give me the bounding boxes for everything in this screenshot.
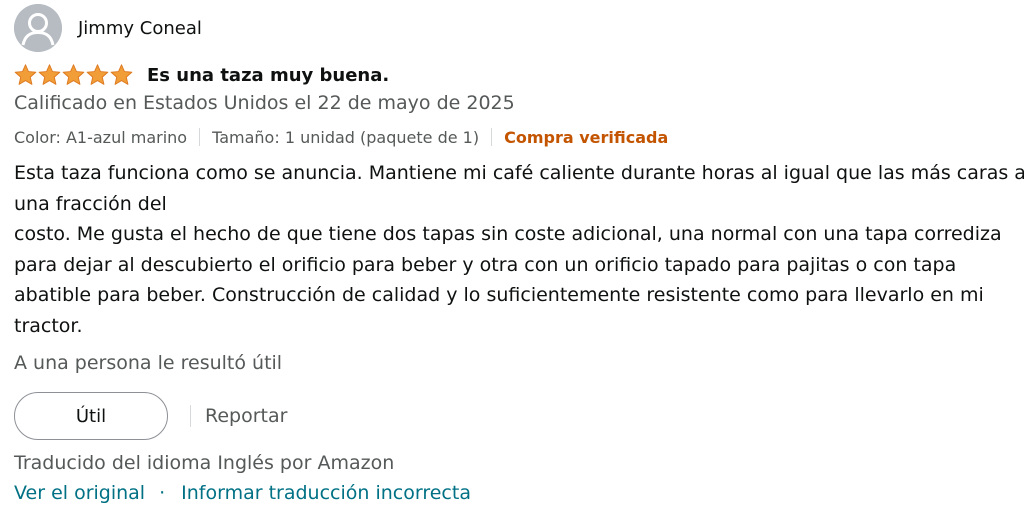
verified-purchase-badge: Compra verificada xyxy=(504,127,669,147)
default-user-avatar-icon[interactable] xyxy=(14,4,62,52)
variant-size[interactable]: Tamaño: 1 unidad (paquete de 1) xyxy=(212,128,479,147)
review-actions: Útil Reportar xyxy=(14,392,287,440)
customer-review: Jimmy Coneal Es una taza muy buena. Cali… xyxy=(0,0,1024,515)
star-icon xyxy=(38,64,61,86)
review-body-line: tractor. xyxy=(14,314,83,337)
helpful-vote-count: A una persona le resultó útil xyxy=(14,352,283,374)
review-title-row: Es una taza muy buena. xyxy=(14,61,389,89)
review-date: Calificado en Estados Unidos el 22 de ma… xyxy=(14,92,515,114)
review-body-line: abatible para beber. Construcción de cal… xyxy=(14,284,984,306)
report-translation-link[interactable]: Informar traducción incorrecta xyxy=(181,482,471,504)
review-body-line: costo. Me gusta el hecho de que tiene do… xyxy=(14,223,1002,245)
divider xyxy=(190,405,191,427)
link-separator: · xyxy=(159,482,166,504)
star-rating[interactable] xyxy=(14,64,133,86)
star-icon xyxy=(62,64,85,86)
translation-note: Traducido del idioma Inglés por Amazon xyxy=(14,452,395,474)
review-body-line: Esta taza funciona como se anuncia. Mant… xyxy=(14,162,1024,184)
reviewer-name[interactable]: Jimmy Coneal xyxy=(78,18,202,39)
star-icon xyxy=(86,64,109,86)
star-icon xyxy=(14,64,37,86)
review-body: Esta taza funciona como se anuncia. Mant… xyxy=(14,158,1024,341)
review-body-line: para dejar al descubierto el orificio pa… xyxy=(14,253,957,276)
review-format-strip: Color: A1-azul marino Tamaño: 1 unidad (… xyxy=(14,125,668,149)
star-icon xyxy=(110,64,133,86)
report-button[interactable]: Reportar xyxy=(205,405,287,427)
divider xyxy=(491,128,493,146)
view-original-link[interactable]: Ver el original xyxy=(14,482,145,504)
translation-links: Ver el original · Informar traducción in… xyxy=(14,482,471,504)
review-title[interactable]: Es una taza muy buena. xyxy=(147,65,389,86)
review-body-line: una fracción del xyxy=(14,192,167,215)
variant-color[interactable]: Color: A1-azul marino xyxy=(14,128,187,147)
reviewer-profile[interactable]: Jimmy Coneal xyxy=(14,4,202,52)
helpful-button[interactable]: Útil xyxy=(14,392,168,440)
divider xyxy=(199,128,201,146)
